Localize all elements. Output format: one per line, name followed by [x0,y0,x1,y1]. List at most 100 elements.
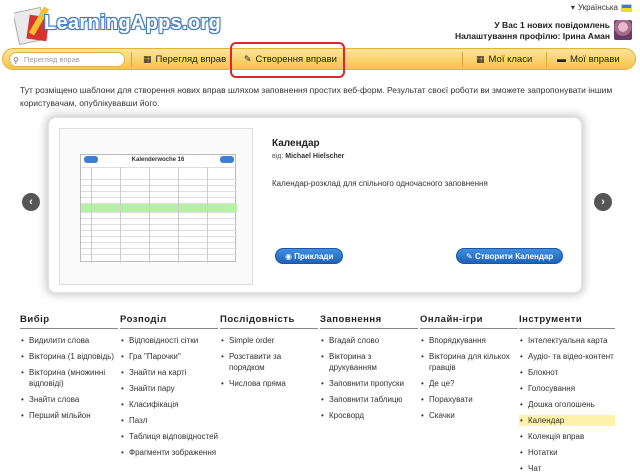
category-item[interactable]: Перший мільйон [20,410,118,421]
category-item[interactable]: Заповнити пропуски [320,378,418,389]
category-column: Інструменти Інтелектуальна карта Аудіо- та… [519,314,615,476]
exercises-label: Мої вправи [570,54,620,65]
category-item[interactable]: Знайти пару [120,383,218,394]
category-item[interactable]: Аудіо- та відео-контент [519,351,615,362]
category-item[interactable]: Вікторина (множинні відповіді) [20,367,118,389]
calendar-preview-title: Kalenderwoche 16 [131,157,185,163]
messages-link[interactable]: У Вас 1 нових повідомлень [455,20,610,31]
category-item[interactable]: Вікторина (1 відповідь) [20,351,118,362]
category-item[interactable]: Де це? [420,378,518,389]
examples-button[interactable]: ◉ Приклади [275,248,344,264]
flag-icon [621,3,632,12]
search-icon: ⚲ [13,56,19,65]
template-description: Календар-розклад для спільного одночасно… [272,179,488,188]
language-label: Українська [577,3,618,12]
nav-divider [546,52,547,67]
my-exercises-button[interactable]: ▬ Мої вправи [557,51,620,68]
create-calendar-label: Створити Календар [474,252,554,261]
category-item[interactable]: Класифікація [120,399,218,410]
nav-divider [131,52,132,67]
category-column: Заповнення Вгадай слово Вікторина з друкув… [320,314,418,426]
category-title: Онлайн-ігри [420,314,518,329]
category-column: Вибір Видилити слова Вікторина (1 відповід… [20,314,118,426]
nav-divider [462,52,463,67]
category-item[interactable]: Кросворд [320,410,418,421]
category-list: Simple order Розставити за порядком Числов… [220,335,318,389]
classes-label: Мої класи [488,54,533,65]
create-calendar-button[interactable]: ✎ Створити Календар [456,248,564,264]
grid-icon: ▦ [143,54,152,64]
avatar[interactable] [614,20,632,40]
category-title: Розподіл [120,314,218,329]
category-item[interactable]: Вгадай слово [320,335,418,346]
calendar-preview: Kalenderwoche 16 [80,154,237,263]
category-item[interactable]: Чат [519,463,615,474]
author-name: Michael Hielscher [285,153,345,160]
category-list: Інтелектуальна карта Аудіо- та відео-конт… [519,335,615,474]
category-item[interactable]: Simple order [220,335,318,346]
calendar-prev-icon [84,156,98,163]
calendar-grid [81,167,237,263]
category-column: Онлайн-ігри Впорядкування Вікторина для кі… [420,314,518,426]
category-item[interactable]: Нотатки [519,447,615,458]
category-item[interactable]: Пазл [120,415,218,426]
category-list: Відповідності сітки Гра "Парочки" Знайти н… [120,335,218,458]
category-item[interactable]: Блокнот [519,367,615,378]
calendar-next-icon [220,156,234,163]
category-item[interactable]: Числова пряма [220,378,318,389]
category-item[interactable]: Розставити за порядком [220,351,318,373]
header: LearningApps.org ▾ Українська У Вас 1 но… [0,0,640,46]
profile-settings-link[interactable]: Налаштування профілю: Ірина Аман [455,31,610,42]
browse-exercises-button[interactable]: ▦ Перегляд вправ [143,51,226,68]
site-logo[interactable]: LearningApps.org [14,2,222,46]
category-title: Послідовність [220,314,318,329]
template-preview[interactable]: Kalenderwoche 16 [59,128,253,285]
template-author: від: Michael Hielscher [272,153,344,160]
category-item[interactable]: Скачки [420,410,518,421]
examples-label: Приклади [294,252,334,261]
author-prefix: від: [272,153,284,160]
category-list: Впорядкування Вікторина для кількох гравц… [420,335,518,421]
template-title: Календар [272,138,320,149]
category-item[interactable]: Гра "Парочки" [120,351,218,362]
intro-text: Тут розміщено шаблони для створення нови… [20,85,613,108]
category-column: Послідовність Simple order Розставити за п… [220,314,318,394]
language-selector[interactable]: ▾ Українська [571,3,632,12]
category-item[interactable]: Порахувати [420,394,518,405]
triangle-down-icon: ▾ [570,3,575,12]
category-item[interactable]: Календар [519,415,615,426]
category-item[interactable]: Таблиця відповідностей [120,431,218,442]
my-classes-button[interactable]: ▦ Мої класи [476,51,532,68]
search-input[interactable]: ⚲ Перегляд вправ [9,52,125,67]
category-item[interactable]: Видилити слова [20,335,118,346]
category-item[interactable]: Інтелектуальна карта [519,335,615,346]
category-title: Інструменти [519,314,615,329]
category-item[interactable]: Відповідності сітки [120,335,218,346]
category-item[interactable]: Дошка оголошень [519,399,615,410]
category-item[interactable]: Фрагменти зображення [120,447,218,458]
eye-icon: ◉ [285,252,292,261]
next-arrow-icon[interactable]: › [594,193,612,211]
category-column: Розподіл Відповідності сітки Гра "Парочки"… [120,314,218,463]
search-placeholder: Перегляд вправ [24,55,80,64]
grid-icon: ▦ [476,54,485,64]
pencil-icon: ✎ [466,252,473,261]
category-list: Вгадай слово Вікторина з друкуванням Запов… [320,335,418,421]
category-item[interactable]: Вікторина для кількох гравців [420,351,518,373]
briefcase-icon: ▬ [557,54,566,64]
category-title: Заповнення [320,314,418,329]
category-list: Видилити слова Вікторина (1 відповідь) Вік… [20,335,118,421]
category-item[interactable]: Впорядкування [420,335,518,346]
category-item[interactable]: Голосування [519,383,615,394]
category-item[interactable]: Вікторина з друкуванням [320,351,418,373]
category-item[interactable]: Заповнити таблицю [320,394,418,405]
category-item[interactable]: Колекція вправ [519,431,615,442]
user-info: У Вас 1 нових повідомлень Налаштування п… [455,20,610,42]
prev-arrow-icon[interactable]: ‹ [22,193,40,211]
category-item[interactable]: Знайти на карті [120,367,218,378]
category-item[interactable]: Знайти слова [20,394,118,405]
browse-label: Перегляд вправ [155,54,227,65]
highlight-annotation [230,42,345,78]
category-title: Вибір [20,314,118,329]
logo-text: LearningApps.org [44,12,222,34]
